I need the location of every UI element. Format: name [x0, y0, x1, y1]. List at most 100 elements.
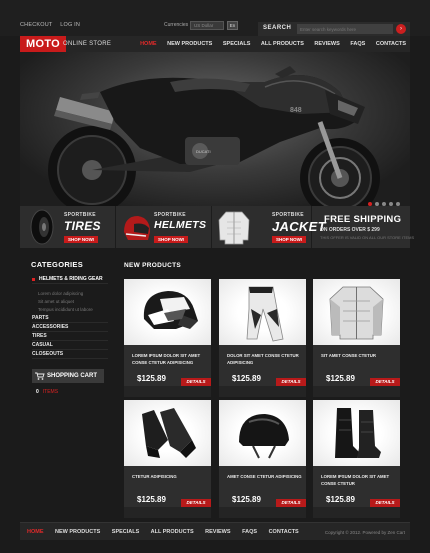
- product-price: $125.89: [232, 495, 261, 504]
- category-list: HELMETS & RIDING GEAR Lorem dolor adipis…: [32, 275, 108, 359]
- nav-new-products[interactable]: NEW PRODUCTS: [167, 41, 212, 47]
- checkout-link[interactable]: CHECKOUT: [20, 22, 52, 28]
- cart-summary: 0 ITEMS: [36, 389, 58, 395]
- helmet-icon: [124, 216, 150, 240]
- product-image[interactable]: [313, 400, 400, 466]
- free-shipping-sub: ON ORDERS OVER $ 299: [320, 227, 380, 233]
- promo-helmets[interactable]: SPORTBIKE HELMETS SHOP NOW!: [116, 206, 212, 248]
- login-link[interactable]: LOG IN: [60, 22, 80, 28]
- product-image[interactable]: [124, 400, 211, 466]
- currencies-label: Currencies: [164, 22, 189, 28]
- card-footer-stripe: [124, 386, 211, 397]
- riding-boots-icon: [335, 408, 381, 458]
- promo-jacket-title: JACKET: [272, 219, 326, 234]
- category-label: HELMETS & RIDING GEAR: [39, 276, 103, 282]
- free-shipping-note: THIS OFFER IS VALID ON ALL OUR STORE ITE…: [320, 235, 415, 240]
- footer-nav-new-products[interactable]: NEW PRODUCTS: [55, 529, 100, 535]
- subcategory-item[interactable]: Lorem dolor adipiscing: [32, 290, 108, 298]
- language-button[interactable]: En: [227, 21, 238, 30]
- product-card[interactable]: DOLOR SIT AMET CONSE CTETUR ADIPISICING …: [219, 279, 306, 397]
- product-image[interactable]: [124, 279, 211, 345]
- promo-jacket-sub: SPORTBIKE: [272, 212, 304, 218]
- footer-nav-home[interactable]: HOME: [27, 529, 44, 535]
- footer-nav: HOME NEW PRODUCTS SPECIALS ALL PRODUCTS …: [27, 529, 309, 535]
- promo-helmets-sub: SPORTBIKE: [154, 212, 186, 218]
- half-helmet-icon: [239, 414, 289, 459]
- details-button[interactable]: DETAILS: [181, 499, 211, 507]
- product-card[interactable]: CTETUR ADIPISICING $125.89 DETAILS: [124, 400, 211, 518]
- shop-jacket-button[interactable]: SHOP NOW!: [272, 236, 307, 243]
- product-card[interactable]: AMET CONSE CTETUR ADIPISICING $125.89 DE…: [219, 400, 306, 518]
- card-footer-stripe: [124, 507, 211, 518]
- product-description[interactable]: CTETUR ADIPISICING: [132, 473, 207, 480]
- free-shipping-title: FREE SHIPPING: [324, 214, 402, 225]
- product-image[interactable]: [313, 279, 400, 345]
- nav-specials[interactable]: SPECIALS: [223, 41, 251, 47]
- bullet-icon: [32, 278, 35, 281]
- logo-subtitle: ONLINE STORE: [63, 41, 112, 47]
- promo-helmets-title: HELMETS: [154, 219, 207, 231]
- subcategory-item[interactable]: Tempus incididunt ut labore: [32, 306, 108, 314]
- riding-gloves-icon: [142, 408, 196, 458]
- product-description[interactable]: SIT AMET CONSE CTETUR: [321, 352, 396, 359]
- product-description[interactable]: LOREM IPSUM DOLOR SIT AMET CONSE CTETUR: [321, 473, 396, 487]
- nav-faqs[interactable]: FAQS: [350, 41, 365, 47]
- category-parts[interactable]: PARTS: [32, 314, 108, 323]
- shop-helmets-button[interactable]: SHOP NOW!: [154, 236, 189, 243]
- footer-nav-faqs[interactable]: FAQS: [242, 529, 257, 535]
- card-footer-stripe: [219, 507, 306, 518]
- footer-nav-contacts[interactable]: CONTACTS: [269, 529, 299, 535]
- motorcycle-image: DUCATI 848: [48, 66, 380, 206]
- category-tires[interactable]: TIRES: [32, 332, 108, 341]
- svg-text:DUCATI: DUCATI: [196, 149, 211, 154]
- details-button[interactable]: DETAILS: [370, 378, 400, 386]
- nav-home[interactable]: HOME: [140, 41, 157, 47]
- footer-nav-all-products[interactable]: ALL PRODUCTS: [151, 529, 194, 535]
- product-card[interactable]: SIT AMET CONSE CTETUR $125.89 DETAILS: [313, 279, 400, 397]
- product-price: $125.89: [232, 374, 261, 383]
- promo-jacket[interactable]: SPORTBIKE JACKET SHOP NOW!: [212, 206, 326, 248]
- top-links: CHECKOUT LOG IN: [20, 22, 86, 28]
- logo[interactable]: MOTO: [20, 36, 66, 52]
- footer-nav-specials[interactable]: SPECIALS: [112, 529, 140, 535]
- details-button[interactable]: DETAILS: [370, 499, 400, 507]
- nav-reviews[interactable]: REVIEWS: [314, 41, 339, 47]
- cart-items-label[interactable]: ITEMS: [43, 389, 58, 395]
- details-button[interactable]: DETAILS: [276, 499, 306, 507]
- shopping-cart-title: SHOPPING CART: [47, 373, 98, 379]
- product-price: $125.89: [326, 495, 355, 504]
- category-accessories[interactable]: ACCESSORIES: [32, 323, 108, 332]
- product-description[interactable]: AMET CONSE CTETUR ADIPISICING: [227, 473, 302, 480]
- shop-tires-button[interactable]: SHOP NOW!: [64, 236, 99, 243]
- header: MOTO ONLINE STORE HOME NEW PRODUCTS SPEC…: [20, 36, 410, 52]
- nav-contacts[interactable]: CONTACTS: [376, 41, 406, 47]
- copyright: Copyright © 2012. Powered by Zen Cart: [324, 530, 405, 535]
- search-input[interactable]: [297, 24, 393, 34]
- search-label: SEARCH: [263, 25, 292, 31]
- details-button[interactable]: DETAILS: [276, 378, 306, 386]
- category-casual[interactable]: CASUAL: [32, 341, 108, 350]
- product-price: $125.89: [137, 495, 166, 504]
- riding-pants-icon: [246, 286, 284, 342]
- shopping-cart-box[interactable]: SHOPPING CART: [32, 369, 104, 383]
- product-card[interactable]: LOREM IPSUM DOLOR SIT AMET CONSE CTETUR …: [313, 400, 400, 518]
- bike-number: 848: [290, 107, 302, 114]
- product-description[interactable]: DOLOR SIT AMET CONSE CTETUR ADIPISICING: [227, 352, 302, 366]
- product-description[interactable]: LOREM IPSUM DOLOR SIT AMET CONSE CTETUR …: [132, 352, 207, 366]
- category-closeouts[interactable]: CLOSEOUTS: [32, 350, 108, 359]
- product-image[interactable]: [219, 279, 306, 345]
- subcategory-item[interactable]: Sit amet ut aliquet: [32, 298, 108, 306]
- product-price: $125.89: [326, 374, 355, 383]
- search-go-button[interactable]: ›: [396, 24, 406, 34]
- category-helmets-riding-gear[interactable]: HELMETS & RIDING GEAR: [32, 275, 108, 284]
- promo-tires[interactable]: SPORTBIKE TIRES SHOP NOW!: [20, 206, 116, 248]
- nav-all-products[interactable]: ALL PRODUCTS: [261, 41, 304, 47]
- product-price: $125.89: [137, 374, 166, 383]
- product-card[interactable]: LOREM IPSUM DOLOR SIT AMET CONSE CTETUR …: [124, 279, 211, 397]
- product-image[interactable]: [219, 400, 306, 466]
- footer: HOME NEW PRODUCTS SPECIALS ALL PRODUCTS …: [20, 522, 410, 540]
- footer-nav-reviews[interactable]: REVIEWS: [205, 529, 230, 535]
- hero-banner[interactable]: DUCATI 848: [20, 52, 410, 206]
- currency-select[interactable]: US Dollar: [190, 21, 224, 30]
- details-button[interactable]: DETAILS: [181, 378, 211, 386]
